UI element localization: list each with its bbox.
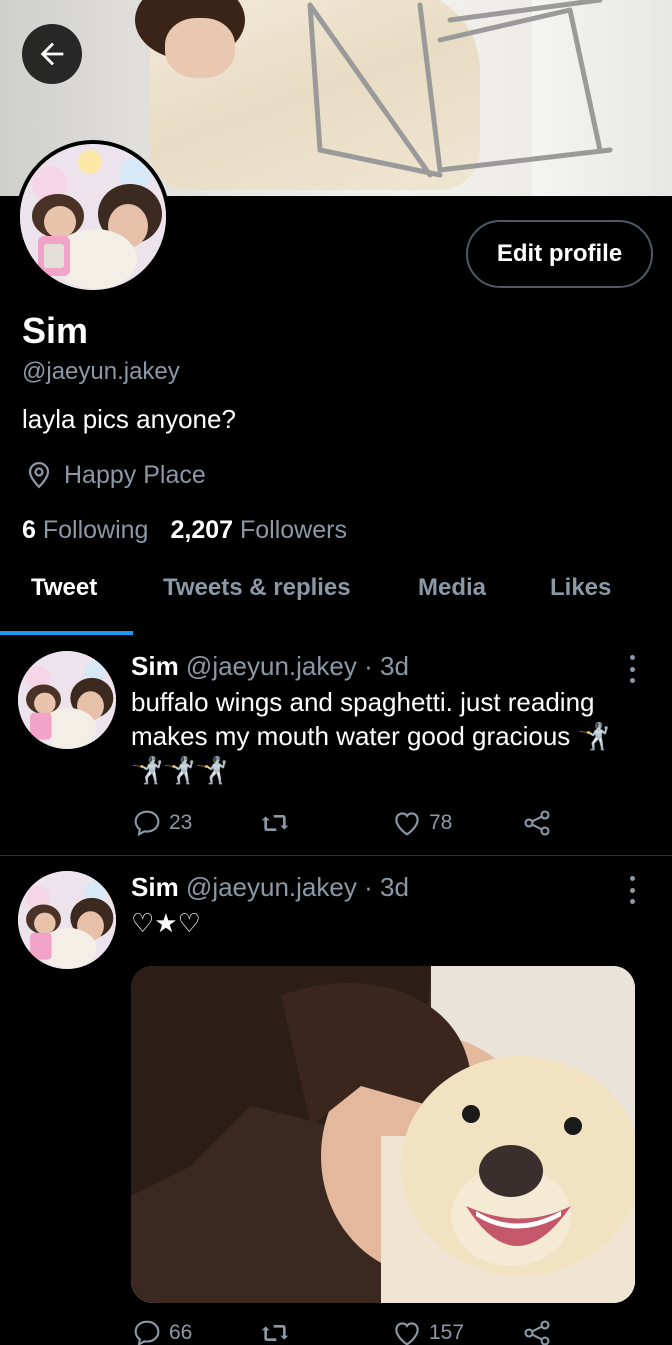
- map-pin-icon: [28, 461, 50, 489]
- tweet-photo[interactable]: [131, 966, 635, 1303]
- edit-profile-button[interactable]: Edit profile: [466, 220, 653, 288]
- share-button[interactable]: [521, 807, 553, 839]
- tweet-dot: ·: [364, 872, 373, 902]
- retweet-button[interactable]: [257, 1317, 293, 1345]
- heart-icon: [395, 812, 419, 836]
- tweet-avatar[interactable]: [18, 651, 116, 749]
- tab-likes[interactable]: Likes: [550, 574, 611, 602]
- tweet-time: 3d: [380, 651, 409, 681]
- speech-bubble-icon: [134, 1320, 160, 1345]
- tweet-author-handle: @jaeyun.jakey: [185, 872, 357, 902]
- avatar-image: [18, 651, 116, 749]
- profile-bio: layla pics anyone?: [22, 404, 236, 434]
- tab-media[interactable]: Media: [418, 574, 486, 602]
- tweet-author-name: Sim: [131, 872, 179, 902]
- profile-name: Sim: [22, 310, 89, 351]
- banner-face: [165, 18, 235, 78]
- photo-image: [131, 966, 635, 1303]
- profile-stats: 6 Following 2,207 Followers: [22, 516, 347, 545]
- followers-label: Followers: [239, 516, 347, 544]
- retweet-icon: [261, 1325, 289, 1341]
- more-vertical-icon[interactable]: [626, 655, 638, 683]
- following-count: 6: [22, 516, 36, 544]
- tweet-text-content: buffalo wings and spaghetti. just readin…: [131, 687, 595, 751]
- tweet-dot: ·: [364, 651, 373, 681]
- reply-button[interactable]: 23: [131, 807, 192, 839]
- profile-tabs: Tweet Tweets & replies Media Likes: [0, 560, 672, 636]
- reply-count: 23: [169, 811, 193, 834]
- profile-location: Happy Place: [24, 460, 206, 490]
- share-button[interactable]: [521, 1317, 553, 1345]
- retweet-icon: [261, 815, 289, 831]
- location-text: Happy Place: [64, 460, 206, 489]
- share-icon: [524, 1320, 550, 1345]
- tweet-avatar[interactable]: [18, 871, 116, 969]
- profile-handle: @jaeyun.jakey: [22, 358, 180, 385]
- share-icon: [524, 810, 550, 836]
- active-tab-indicator: [0, 631, 133, 635]
- tweet-author-name: Sim: [131, 651, 179, 681]
- tweet-text: buffalo wings and spaghetti. just readin…: [131, 685, 631, 787]
- tweet-actions: 23 78: [131, 807, 561, 841]
- tweet-actions: 66 157: [131, 1317, 561, 1345]
- retweet-button[interactable]: [257, 807, 293, 839]
- reply-button[interactable]: 66: [131, 1317, 192, 1345]
- like-button[interactable]: 157: [391, 1317, 464, 1345]
- profile-avatar[interactable]: [16, 140, 170, 294]
- reply-count: 66: [169, 1321, 193, 1344]
- tab-tweets-replies[interactable]: Tweets & replies: [163, 574, 351, 602]
- banner-chair: [307, 0, 613, 178]
- back-button[interactable]: [22, 24, 82, 84]
- followers-stat[interactable]: 2,207 Followers: [170, 516, 347, 545]
- following-stat[interactable]: 6 Following: [22, 516, 148, 545]
- followers-count: 2,207: [170, 516, 234, 544]
- more-vertical-icon[interactable]: [626, 876, 638, 904]
- tab-tweet[interactable]: Tweet: [31, 574, 97, 602]
- like-button[interactable]: 78: [391, 807, 452, 839]
- tweet-author-handle: @jaeyun.jakey: [185, 651, 357, 681]
- following-label: Following: [42, 516, 149, 544]
- tweet-divider: [0, 855, 672, 856]
- avatar-image: [18, 871, 116, 969]
- tweet-text: ♡★♡: [131, 908, 201, 938]
- tweet-header: Sim @jaeyun.jakey · 3d: [131, 651, 409, 682]
- tweet-header: Sim @jaeyun.jakey · 3d: [131, 872, 409, 903]
- like-count: 78: [429, 811, 453, 834]
- avatar-image: [20, 144, 166, 290]
- speech-bubble-icon: [134, 810, 160, 837]
- tweet-time: 3d: [380, 872, 409, 902]
- arrow-left-icon: [40, 42, 64, 66]
- heart-icon: [395, 1322, 419, 1345]
- like-count: 157: [429, 1321, 465, 1344]
